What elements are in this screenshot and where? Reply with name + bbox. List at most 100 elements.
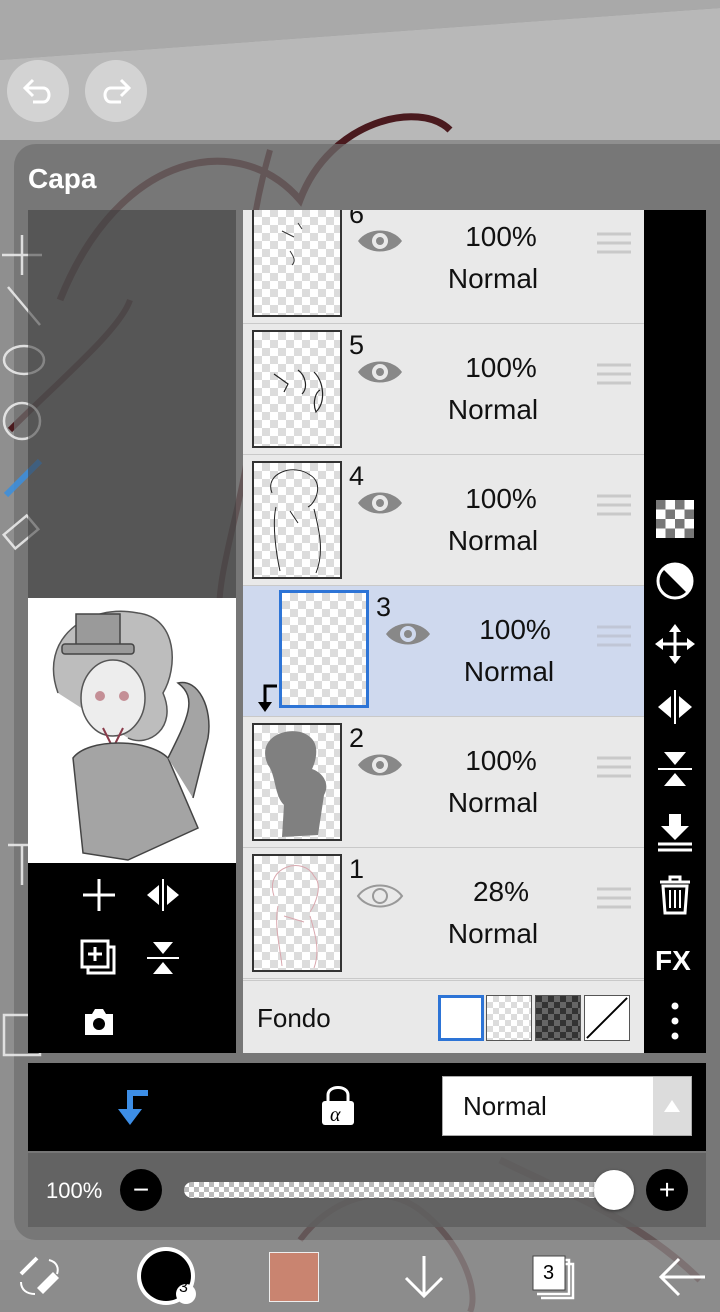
redo-icon bbox=[103, 78, 132, 104]
opacity-decrease-button[interactable]: − bbox=[120, 1169, 162, 1211]
camera-button[interactable] bbox=[77, 1000, 121, 1044]
layer-opacity: 100% bbox=[465, 483, 537, 514]
background-row: Fondo bbox=[243, 980, 644, 1053]
quick-menu-button[interactable] bbox=[10, 1248, 70, 1306]
layer-thumbnail bbox=[252, 210, 342, 317]
delete-layer-button[interactable] bbox=[654, 874, 696, 916]
alpha-lock-button[interactable]: α bbox=[318, 1083, 358, 1127]
flip-layer-vertical-button[interactable] bbox=[654, 748, 696, 790]
minus-icon: − bbox=[132, 1174, 150, 1205]
opacity-value: 100% bbox=[46, 1178, 103, 1203]
merge-down-icon bbox=[658, 814, 692, 852]
opacity-slider[interactable] bbox=[184, 1182, 624, 1198]
flip-vertical-button[interactable] bbox=[141, 936, 185, 980]
move-arrows-icon bbox=[655, 624, 695, 664]
background-white-swatch[interactable] bbox=[438, 995, 484, 1041]
layer-opacity: 100% bbox=[465, 221, 537, 252]
more-options-button[interactable] bbox=[654, 1000, 696, 1042]
drag-handle-icon[interactable] bbox=[597, 362, 631, 386]
transparency-lock-button[interactable] bbox=[654, 498, 696, 540]
brush-size-button[interactable]: 3 bbox=[136, 1247, 198, 1306]
brush-size-icon bbox=[137, 1247, 196, 1305]
layer-down-button[interactable] bbox=[394, 1248, 454, 1306]
drag-handle-icon[interactable] bbox=[597, 493, 631, 517]
layers-button[interactable]: 3 bbox=[523, 1248, 583, 1306]
background-none-swatch[interactable] bbox=[584, 995, 630, 1041]
flip-horizontal-icon bbox=[147, 879, 179, 911]
flip-layer-horizontal-button[interactable] bbox=[654, 686, 696, 728]
undo-button[interactable] bbox=[7, 60, 69, 122]
opacity-increase-button[interactable]: + bbox=[646, 1169, 688, 1211]
drag-handle-icon[interactable] bbox=[597, 231, 631, 255]
drag-handle-icon[interactable] bbox=[597, 755, 631, 779]
eye-outline-icon[interactable] bbox=[355, 878, 405, 914]
clipping-arrow-icon bbox=[118, 1090, 148, 1125]
layer-opacity: 100% bbox=[465, 352, 537, 383]
eye-icon[interactable] bbox=[355, 223, 405, 259]
clipping-arrow-icon bbox=[258, 684, 277, 712]
bottom-toolbar: 3 3 bbox=[0, 1240, 720, 1312]
layer-blend-mode: Normal bbox=[447, 263, 539, 294]
clipping-button[interactable] bbox=[110, 1085, 154, 1129]
undo-icon bbox=[22, 78, 51, 104]
eye-icon[interactable] bbox=[383, 616, 433, 652]
duplicate-layer-button[interactable] bbox=[77, 936, 121, 980]
canvas-preview[interactable] bbox=[28, 598, 236, 863]
layer-sketch bbox=[281, 222, 303, 266]
redo-button[interactable] bbox=[85, 60, 147, 122]
eye-icon[interactable] bbox=[355, 747, 405, 783]
layer-sketch bbox=[273, 369, 324, 414]
layer-row[interactable]: 4 100% Normal bbox=[243, 455, 644, 586]
layer-row[interactable]: 1 28% Normal bbox=[243, 848, 644, 979]
background-transparent-swatch[interactable] bbox=[486, 995, 532, 1041]
color-button[interactable] bbox=[268, 1248, 320, 1306]
merge-down-button[interactable] bbox=[654, 811, 696, 853]
layer-silhouette bbox=[265, 731, 327, 837]
move-layer-button[interactable] bbox=[654, 623, 696, 665]
eye-icon[interactable] bbox=[355, 354, 405, 390]
layer-row[interactable]: 2 100% Normal bbox=[243, 717, 644, 848]
layer-thumbnail bbox=[252, 330, 342, 448]
invert-button[interactable] bbox=[654, 560, 696, 602]
plus-icon: + bbox=[658, 1174, 676, 1205]
blend-mode-value: Normal bbox=[463, 1091, 547, 1121]
character-drawing bbox=[52, 610, 210, 861]
background-dark-swatch[interactable] bbox=[535, 995, 581, 1041]
panel-title: Capa bbox=[28, 163, 97, 194]
eye-icon[interactable] bbox=[355, 485, 405, 521]
layer-thumbnail bbox=[279, 590, 369, 708]
layer-list[interactable]: 6 100% Normal 5 100% Normal 4 100% Norma… bbox=[243, 210, 644, 1053]
layer-row[interactable]: 6 100% Normal bbox=[243, 210, 644, 324]
alpha-lock-icon: α bbox=[322, 1086, 354, 1126]
contrast-icon bbox=[656, 562, 694, 600]
layer-options-bar: α Normal bbox=[28, 1063, 706, 1151]
drag-handle-icon[interactable] bbox=[597, 886, 631, 910]
drag-handle-icon[interactable] bbox=[597, 624, 631, 648]
back-button[interactable] bbox=[652, 1248, 712, 1306]
brush-size-value: 3 bbox=[179, 1279, 188, 1296]
opacity-slider-knob[interactable] bbox=[594, 1170, 634, 1210]
brush-eraser-swap-icon bbox=[19, 1256, 59, 1295]
layer-opacity: 100% bbox=[479, 614, 551, 645]
layer-sketch bbox=[270, 469, 321, 574]
flip-horizontal-button[interactable] bbox=[141, 873, 185, 917]
layer-row[interactable]: 5 100% Normal bbox=[243, 324, 644, 455]
flip-vertical-icon bbox=[147, 942, 179, 974]
layer-thumbnail bbox=[252, 723, 342, 841]
layer-row-selected[interactable]: 3 100% Normal bbox=[243, 586, 644, 717]
more-vertical-icon bbox=[671, 1002, 679, 1040]
blend-mode-select[interactable]: Normal bbox=[442, 1076, 692, 1136]
duplicate-icon bbox=[80, 939, 116, 975]
layer-blend-mode: Normal bbox=[463, 656, 555, 687]
layer-opacity: 100% bbox=[465, 745, 537, 776]
layer-tools-column: FX bbox=[644, 210, 706, 1053]
layer-blend-mode: Normal bbox=[447, 787, 539, 818]
flip-vertical-icon bbox=[658, 752, 692, 786]
dropdown-arrow-icon bbox=[653, 1077, 691, 1135]
layer-blend-mode: Normal bbox=[447, 918, 539, 949]
layer-blend-mode: Normal bbox=[447, 394, 539, 425]
add-layer-button[interactable] bbox=[77, 873, 121, 917]
fx-button[interactable]: FX bbox=[654, 938, 696, 980]
svg-text:α: α bbox=[330, 1104, 341, 1126]
arrow-down-icon bbox=[404, 1256, 444, 1299]
